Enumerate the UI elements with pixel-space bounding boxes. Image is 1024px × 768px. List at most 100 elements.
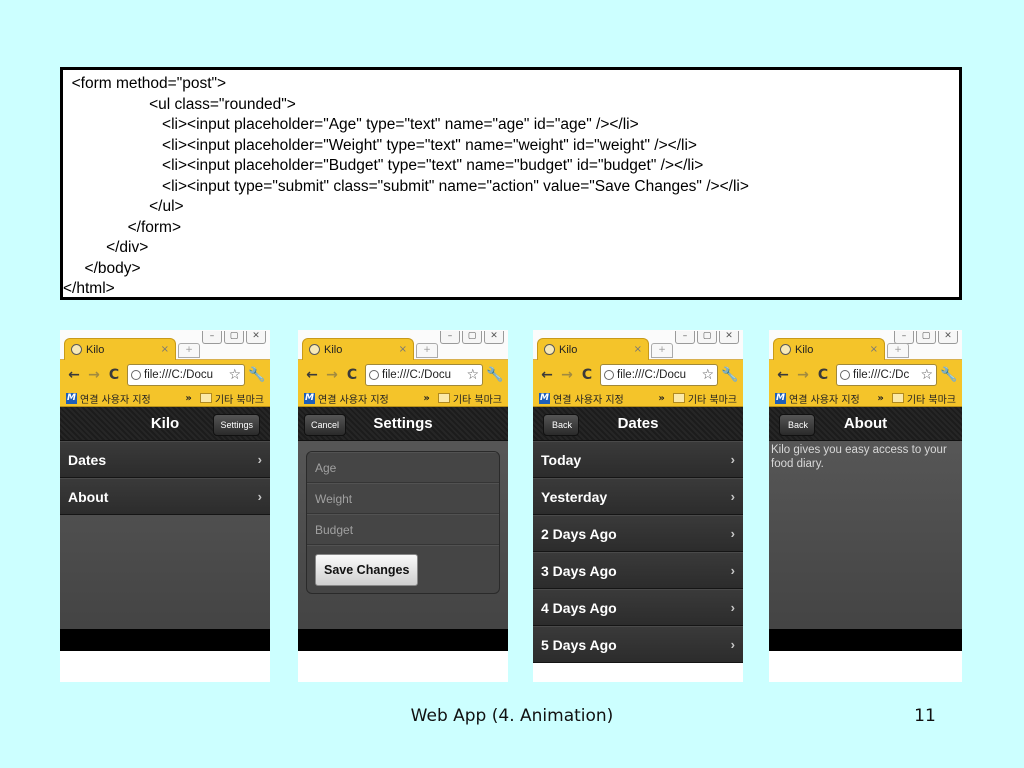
star-icon[interactable]: ☆: [701, 367, 714, 383]
close-window-button[interactable]: ✕: [484, 331, 504, 344]
list-item-3-days-ago[interactable]: 3 Days Ago ›: [533, 552, 743, 589]
wrench-icon[interactable]: 🔧: [248, 367, 266, 383]
list-item-label: Yesterday: [541, 488, 608, 505]
back-button[interactable]: Back: [779, 414, 816, 436]
bookmark-item[interactable]: 연결 사용자 지정: [318, 391, 389, 406]
tab-title: Kilo: [559, 343, 578, 356]
new-tab-button[interactable]: +: [651, 343, 673, 358]
list-item-2-days-ago[interactable]: 2 Days Ago ›: [533, 515, 743, 552]
code-line: </ul>: [63, 198, 184, 215]
folder-icon: [199, 393, 212, 403]
browser-window-about: – ▢ ✕ Kilo × + ← → C file:///C:/Dc ☆ 🔧 M: [769, 330, 962, 682]
code-line: <li><input placeholder="Weight" type="te…: [63, 136, 697, 154]
minimize-button[interactable]: –: [202, 331, 222, 344]
list-item-dates[interactable]: Dates ›: [60, 441, 270, 478]
address-bar[interactable]: file:///C:/Dc ☆: [836, 364, 937, 386]
budget-field[interactable]: Budget: [307, 514, 499, 545]
bookmark-item[interactable]: 연결 사용자 지정: [553, 391, 624, 406]
address-bar[interactable]: file:///C:/Docu ☆: [600, 364, 718, 386]
tab-close-icon[interactable]: ×: [870, 344, 878, 355]
bookmark-overflow-icon[interactable]: »: [185, 393, 191, 404]
chevron-right-icon: ›: [730, 637, 735, 652]
list-item-about[interactable]: About ›: [60, 478, 270, 515]
bookmarks-bar: M 연결 사용자 지정 » 기타 북마크: [60, 390, 270, 407]
bookmark-overflow-icon[interactable]: »: [658, 393, 664, 404]
list-item-5-days-ago[interactable]: 5 Days Ago ›: [533, 626, 743, 663]
bookmark-item[interactable]: 연결 사용자 지정: [789, 391, 860, 406]
reload-icon[interactable]: C: [813, 367, 833, 383]
bookmarks-bar: M 연결 사용자 지정 » 기타 북마크: [298, 390, 508, 407]
code-line: <li><input placeholder="Budget" type="te…: [63, 157, 704, 174]
tab-close-icon[interactable]: ×: [634, 344, 642, 355]
forward-arrow-icon[interactable]: →: [84, 367, 104, 383]
maximize-button[interactable]: ▢: [462, 331, 482, 344]
back-arrow-icon[interactable]: ←: [773, 367, 793, 383]
submit-row: Save Changes: [307, 545, 499, 593]
browser-tab[interactable]: Kilo ×: [302, 338, 414, 360]
list-item-label: About: [68, 488, 109, 505]
bookmark-overflow-icon[interactable]: »: [423, 393, 429, 404]
other-bookmarks[interactable]: 기타 북마크: [907, 391, 956, 406]
close-window-button[interactable]: ✕: [246, 331, 266, 344]
star-icon[interactable]: ☆: [466, 367, 479, 383]
settings-button[interactable]: Settings: [213, 414, 260, 436]
chevron-right-icon: ›: [730, 489, 735, 504]
star-icon[interactable]: ☆: [920, 367, 933, 383]
weight-field[interactable]: Weight: [307, 483, 499, 514]
address-bar[interactable]: file:///C:/Docu ☆: [365, 364, 483, 386]
browser-tab[interactable]: Kilo ×: [537, 338, 649, 360]
maximize-button[interactable]: ▢: [224, 331, 244, 344]
code-line: <ul class="rounded">: [63, 95, 296, 113]
other-bookmarks[interactable]: 기타 북마크: [688, 391, 737, 406]
browser-tab[interactable]: Kilo ×: [773, 338, 885, 360]
minimize-button[interactable]: –: [440, 331, 460, 344]
forward-arrow-icon[interactable]: →: [322, 367, 342, 383]
age-field[interactable]: Age: [307, 452, 499, 483]
wrench-icon[interactable]: 🔧: [940, 367, 958, 383]
maximize-button[interactable]: ▢: [697, 331, 717, 344]
minimize-button[interactable]: –: [675, 331, 695, 344]
list-item-today[interactable]: Today ›: [533, 441, 743, 478]
back-button[interactable]: Back: [543, 414, 580, 436]
page-icon: [840, 370, 850, 380]
list-item-label: Dates: [68, 451, 107, 468]
other-bookmarks[interactable]: 기타 북마크: [453, 391, 502, 406]
list-item-yesterday[interactable]: Yesterday ›: [533, 478, 743, 515]
close-window-button[interactable]: ✕: [719, 331, 739, 344]
wrench-icon[interactable]: 🔧: [486, 367, 504, 383]
back-arrow-icon[interactable]: ←: [302, 367, 322, 383]
reload-icon[interactable]: C: [577, 367, 597, 383]
back-arrow-icon[interactable]: ←: [537, 367, 557, 383]
globe-icon: [309, 344, 320, 355]
forward-arrow-icon[interactable]: →: [557, 367, 577, 383]
tab-title: Kilo: [86, 343, 105, 356]
new-tab-button[interactable]: +: [887, 343, 909, 358]
reload-icon[interactable]: C: [104, 367, 124, 383]
cancel-button[interactable]: Cancel: [304, 414, 347, 436]
tab-title: Kilo: [324, 343, 343, 356]
close-window-button[interactable]: ✕: [938, 331, 958, 344]
star-icon[interactable]: ☆: [228, 367, 241, 383]
tab-title: Kilo: [795, 343, 814, 356]
list-item-4-days-ago[interactable]: 4 Days Ago ›: [533, 589, 743, 626]
reload-icon[interactable]: C: [342, 367, 362, 383]
address-bar[interactable]: file:///C:/Docu ☆: [127, 364, 245, 386]
tab-close-icon[interactable]: ×: [161, 344, 169, 355]
bookmark-overflow-icon[interactable]: »: [877, 393, 883, 404]
browser-toolbar: ← → C file:///C:/Docu ☆ 🔧: [298, 360, 508, 390]
forward-arrow-icon[interactable]: →: [793, 367, 813, 383]
save-changes-button[interactable]: Save Changes: [315, 553, 419, 586]
chevron-right-icon: ›: [730, 600, 735, 615]
back-arrow-icon[interactable]: ←: [64, 367, 84, 383]
new-tab-button[interactable]: +: [178, 343, 200, 358]
window-controls: – ▢ ✕: [440, 331, 504, 344]
maximize-button[interactable]: ▢: [916, 331, 936, 344]
folder-icon: [437, 393, 450, 403]
new-tab-button[interactable]: +: [416, 343, 438, 358]
tab-close-icon[interactable]: ×: [399, 344, 407, 355]
other-bookmarks[interactable]: 기타 북마크: [215, 391, 264, 406]
bookmark-item[interactable]: 연결 사용자 지정: [80, 391, 151, 406]
bookmark-m-icon: M: [66, 392, 77, 404]
wrench-icon[interactable]: 🔧: [721, 367, 739, 383]
browser-tab[interactable]: Kilo ×: [64, 338, 176, 360]
